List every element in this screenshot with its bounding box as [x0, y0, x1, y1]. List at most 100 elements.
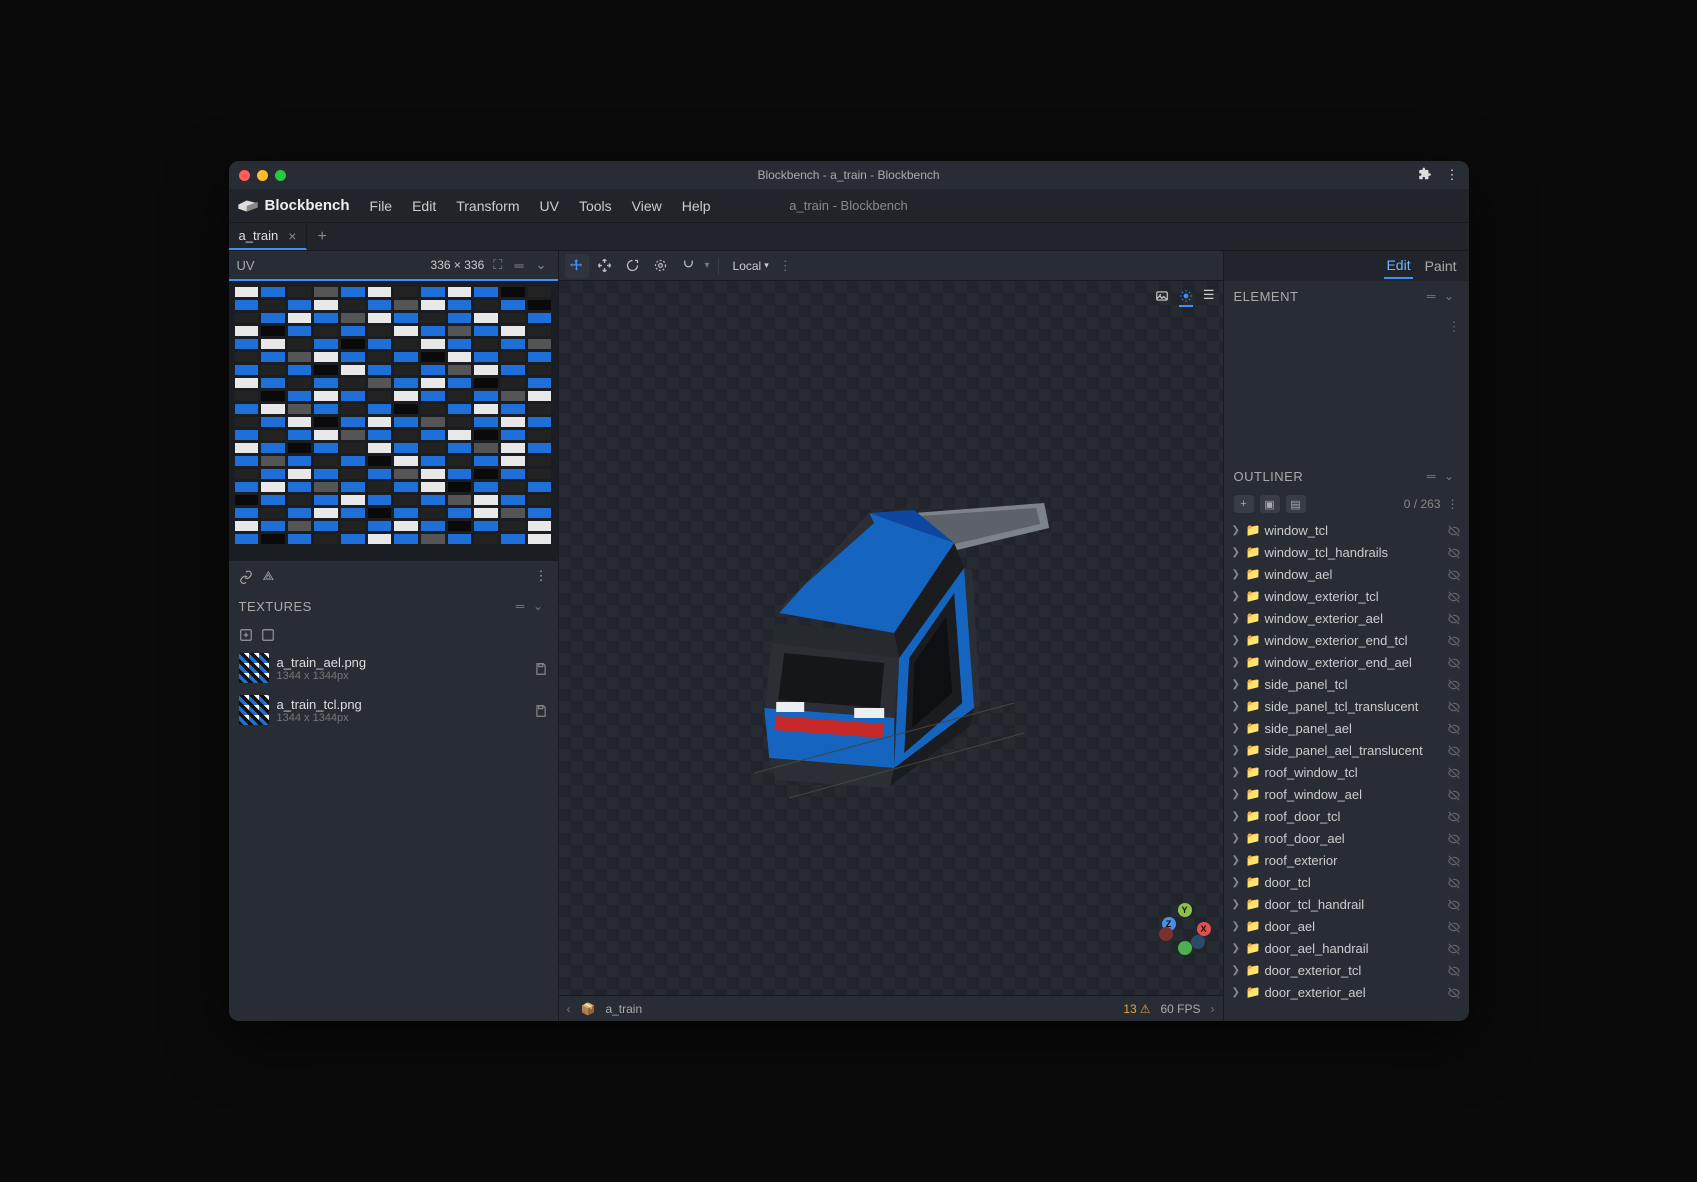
- create-texture-icon[interactable]: [239, 626, 253, 642]
- add-cube-button[interactable]: +: [1234, 495, 1254, 513]
- pivot-tool[interactable]: [649, 254, 673, 278]
- vertex-snap-tool[interactable]: [677, 254, 701, 278]
- toolbar-more-icon[interactable]: ⋮: [779, 258, 792, 274]
- axis-gizmo[interactable]: Y Z X: [1159, 903, 1211, 955]
- tree-row[interactable]: ❯📁window_exterior_end_tcl: [1224, 629, 1469, 651]
- visibility-icon[interactable]: [1447, 566, 1461, 582]
- chevron-right-icon[interactable]: ❯: [1232, 723, 1242, 734]
- tree-row[interactable]: ❯📁window_exterior_end_ael: [1224, 651, 1469, 673]
- maximize-window-button[interactable]: [275, 170, 286, 181]
- tree-row[interactable]: ❯📁window_tcl: [1224, 519, 1469, 541]
- tree-row[interactable]: ❯📁roof_exterior: [1224, 849, 1469, 871]
- tree-row[interactable]: ❯📁side_panel_ael: [1224, 717, 1469, 739]
- texture-item[interactable]: a_train_ael.png1344 x 1344px: [229, 647, 558, 689]
- tree-row[interactable]: ❯📁door_exterior_tcl: [1224, 959, 1469, 981]
- link-icon[interactable]: [239, 568, 253, 584]
- chevron-right-icon[interactable]: ❯: [1232, 657, 1242, 668]
- tree-row[interactable]: ❯📁window_ael: [1224, 563, 1469, 585]
- tree-row[interactable]: ❯📁door_exterior_ael: [1224, 981, 1469, 1003]
- visibility-icon[interactable]: [1447, 874, 1461, 890]
- visibility-icon[interactable]: [1447, 522, 1461, 538]
- tree-row[interactable]: ❯📁door_ael: [1224, 915, 1469, 937]
- import-texture-icon[interactable]: [261, 626, 275, 642]
- visibility-icon[interactable]: [1447, 698, 1461, 714]
- tree-row[interactable]: ❯📁side_panel_ael_translucent: [1224, 739, 1469, 761]
- menu-file[interactable]: File: [362, 194, 401, 218]
- textures-menu-icon[interactable]: ═: [512, 599, 529, 613]
- outliner-tree[interactable]: ❯📁window_tcl❯📁window_tcl_handrails❯📁wind…: [1224, 517, 1469, 1021]
- element-more-icon[interactable]: ⋮: [1448, 319, 1461, 335]
- outliner-chevron-down-icon[interactable]: ⌄: [1440, 469, 1459, 483]
- outliner-more-icon[interactable]: ⋮: [1447, 497, 1459, 511]
- chevron-right-icon[interactable]: ❯: [1232, 635, 1242, 646]
- save-texture-icon[interactable]: [534, 702, 548, 718]
- visibility-icon[interactable]: [1447, 830, 1461, 846]
- visibility-icon[interactable]: [1447, 896, 1461, 912]
- chevron-right-icon[interactable]: ❯: [1232, 745, 1242, 756]
- chevron-right-icon[interactable]: ❯: [1232, 943, 1242, 954]
- tab-a-train[interactable]: a_train ×: [229, 223, 308, 250]
- chevron-right-icon[interactable]: ❯: [1232, 899, 1242, 910]
- uv-menu-icon[interactable]: ═: [511, 258, 526, 273]
- close-tab-icon[interactable]: ×: [288, 228, 296, 244]
- chevron-right-icon[interactable]: ❯: [1232, 767, 1242, 778]
- edit-mode-tab[interactable]: Edit: [1384, 253, 1412, 279]
- chevron-right-icon[interactable]: ❯: [1232, 921, 1242, 932]
- transform-space-dropdown[interactable]: Local▾: [727, 257, 775, 275]
- visibility-icon[interactable]: [1447, 808, 1461, 824]
- mirror-icon[interactable]: ⟁: [263, 568, 275, 584]
- chevron-right-icon[interactable]: ❯: [1232, 547, 1242, 558]
- tree-row[interactable]: ❯📁roof_door_ael: [1224, 827, 1469, 849]
- tree-row[interactable]: ❯📁door_tcl: [1224, 871, 1469, 893]
- new-tab-button[interactable]: +: [307, 223, 336, 250]
- texture-item[interactable]: a_train_tcl.png1344 x 1344px: [229, 689, 558, 731]
- shading-icon[interactable]: [1179, 287, 1193, 307]
- uv-chevron-down-icon[interactable]: ⌄: [533, 257, 550, 273]
- warnings-indicator[interactable]: 13 ⚠: [1123, 1002, 1150, 1016]
- breadcrumb-forward[interactable]: ›: [1211, 1002, 1215, 1016]
- menu-edit[interactable]: Edit: [404, 194, 444, 218]
- textures-chevron-down-icon[interactable]: ⌄: [529, 599, 548, 613]
- breadcrumb-back[interactable]: ‹: [567, 1002, 571, 1016]
- close-window-button[interactable]: [239, 170, 250, 181]
- tool-options-chevron[interactable]: ▾: [705, 260, 710, 271]
- tree-row[interactable]: ❯📁side_panel_tcl_translucent: [1224, 695, 1469, 717]
- tree-row[interactable]: ❯📁window_exterior_tcl: [1224, 585, 1469, 607]
- visibility-icon[interactable]: [1447, 654, 1461, 670]
- visibility-icon[interactable]: [1447, 940, 1461, 956]
- chevron-right-icon[interactable]: ❯: [1232, 701, 1242, 712]
- visibility-icon[interactable]: [1447, 720, 1461, 736]
- element-chevron-down-icon[interactable]: ⌄: [1440, 289, 1459, 303]
- resize-tool[interactable]: [593, 254, 617, 278]
- reference-image-icon[interactable]: [1155, 287, 1169, 307]
- menu-transform[interactable]: Transform: [448, 194, 527, 218]
- app-logo[interactable]: Blockbench: [237, 197, 350, 214]
- kebab-menu-icon[interactable]: ⋮: [1446, 167, 1459, 183]
- paint-mode-tab[interactable]: Paint: [1423, 254, 1459, 278]
- visibility-icon[interactable]: [1447, 786, 1461, 802]
- chevron-right-icon[interactable]: ❯: [1232, 811, 1242, 822]
- menu-help[interactable]: Help: [674, 194, 719, 218]
- chevron-right-icon[interactable]: ❯: [1232, 987, 1242, 998]
- tree-row[interactable]: ❯📁roof_window_tcl: [1224, 761, 1469, 783]
- visibility-icon[interactable]: [1447, 852, 1461, 868]
- minimize-window-button[interactable]: [257, 170, 268, 181]
- add-group-button[interactable]: ▣: [1260, 495, 1280, 513]
- chevron-right-icon[interactable]: ❯: [1232, 679, 1242, 690]
- uv-fullscreen-icon[interactable]: ⛶: [490, 257, 505, 273]
- extension-icon[interactable]: [1418, 167, 1432, 184]
- chevron-right-icon[interactable]: ❯: [1232, 613, 1242, 624]
- chevron-right-icon[interactable]: ❯: [1232, 525, 1242, 536]
- tree-row[interactable]: ❯📁roof_window_ael: [1224, 783, 1469, 805]
- uv-more-icon[interactable]: ⋮: [535, 568, 548, 584]
- tree-row[interactable]: ❯📁roof_door_tcl: [1224, 805, 1469, 827]
- tree-row[interactable]: ❯📁door_tcl_handrail: [1224, 893, 1469, 915]
- chevron-right-icon[interactable]: ❯: [1232, 789, 1242, 800]
- visibility-icon[interactable]: [1447, 984, 1461, 1000]
- tree-row[interactable]: ❯📁side_panel_tcl: [1224, 673, 1469, 695]
- element-menu-icon[interactable]: ═: [1423, 289, 1440, 303]
- chevron-right-icon[interactable]: ❯: [1232, 855, 1242, 866]
- visibility-icon[interactable]: [1447, 544, 1461, 560]
- move-tool[interactable]: [565, 254, 589, 278]
- visibility-icon[interactable]: [1447, 610, 1461, 626]
